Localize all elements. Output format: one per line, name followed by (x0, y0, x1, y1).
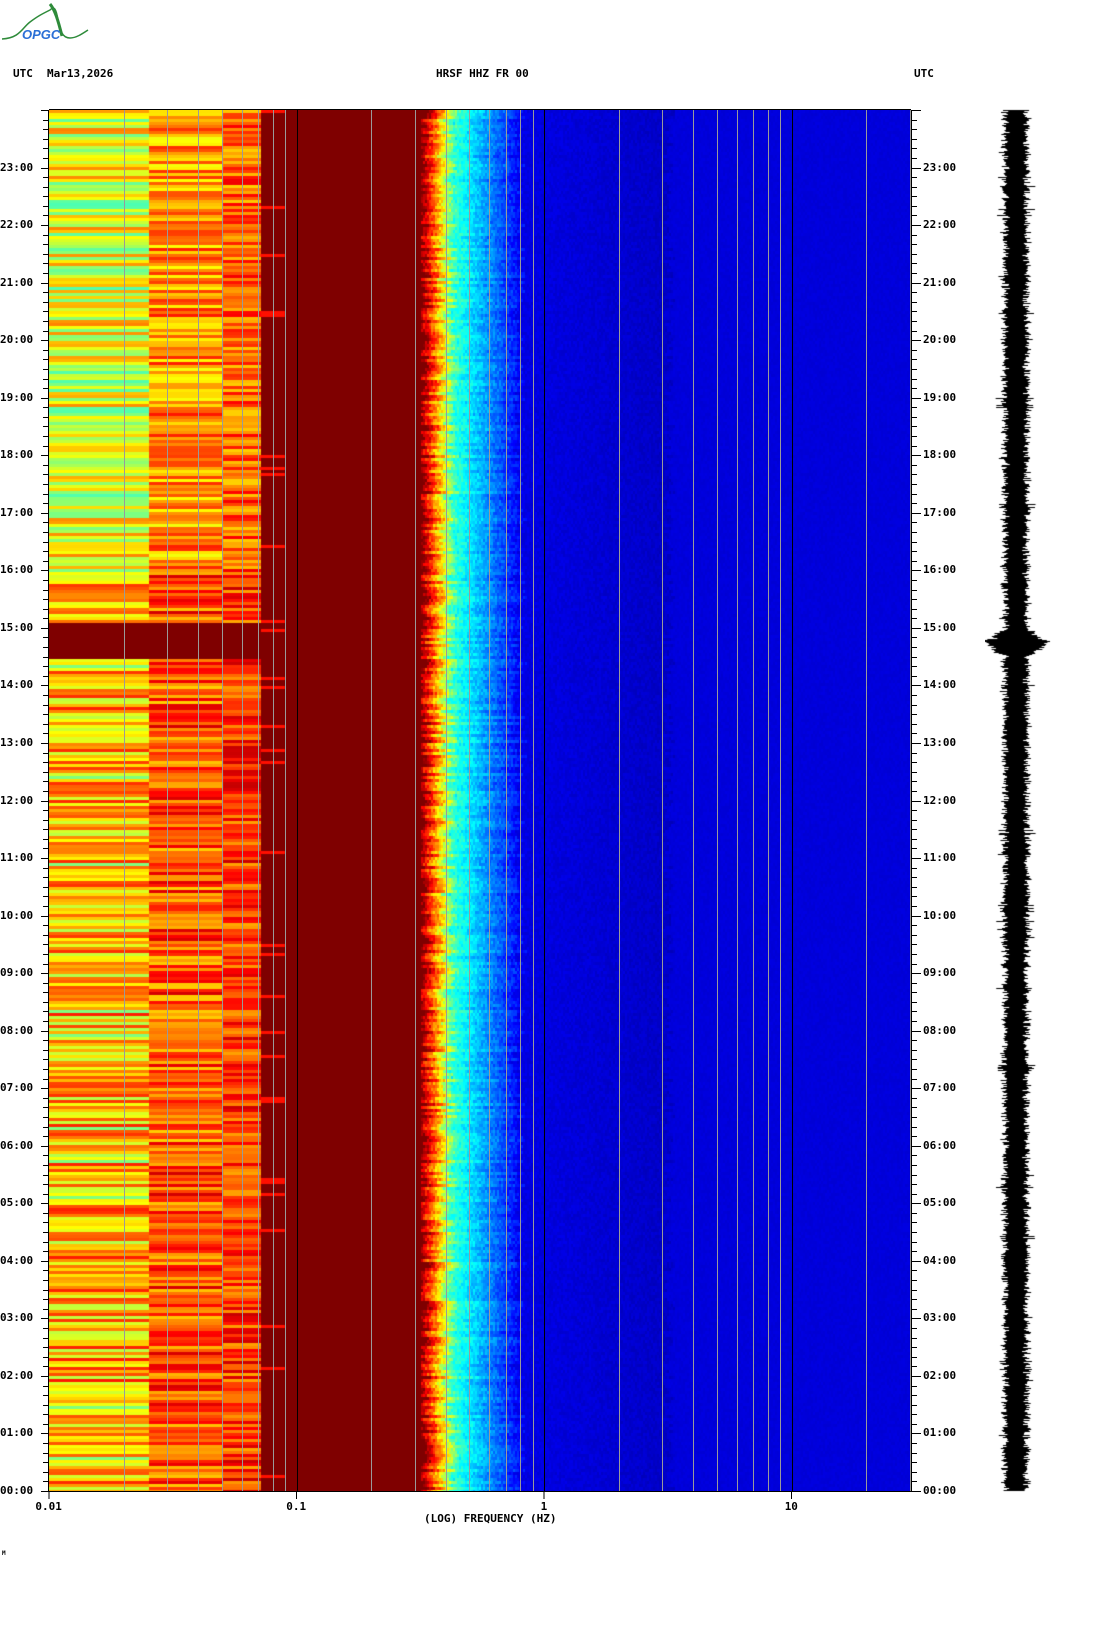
left-timezone-label: UTC (13, 67, 33, 80)
seismic-trace (985, 105, 1055, 1497)
y-tick-label-left: 05:00 (0, 1196, 34, 1210)
y-tick-label-right: 12:00 (923, 793, 957, 807)
y-tick-label-right: 02:00 (923, 1368, 957, 1382)
y-tick-label-right: 21:00 (923, 275, 957, 289)
y-tick-label-left: 02:00 (0, 1368, 34, 1382)
y-tick-label-left: 22:00 (0, 218, 34, 232)
y-tick-label-right: 05:00 (923, 1196, 957, 1210)
x-tick-label: 0.1 (286, 1500, 307, 1513)
y-tick-label-left: 13:00 (0, 735, 34, 749)
y-tick-label-right: 19:00 (923, 390, 957, 404)
y-tick-label-right: 04:00 (923, 1253, 957, 1267)
y-tick-label-right: 14:00 (923, 678, 957, 692)
y-tick-label-right: 22:00 (923, 218, 957, 232)
y-tick-label-left: 04:00 (0, 1253, 34, 1267)
x-axis-label: (LOG) FREQUENCY (HZ) (424, 1512, 557, 1525)
opgc-logo-icon: OPGC (1, 3, 89, 42)
y-tick-label-left: 15:00 (0, 620, 34, 634)
y-tick-label-left: 18:00 (0, 448, 34, 462)
y-tick-label-right: 00:00 (923, 1484, 957, 1497)
y-tick-label-left: 03:00 (0, 1311, 34, 1325)
y-tick-label-right: 11:00 (923, 851, 957, 865)
y-tick-label-right: 03:00 (923, 1311, 957, 1325)
y-tick-label-right: 01:00 (923, 1426, 957, 1440)
y-tick-label-left: 12:00 (0, 793, 34, 807)
y-tick-label-left: 17:00 (0, 505, 34, 519)
y-tick-label-right: 13:00 (923, 735, 957, 749)
y-tick-label-left: 09:00 (0, 966, 34, 980)
logo: OPGC (0, 0, 95, 48)
y-tick-label-left: 23:00 (0, 160, 34, 174)
y-tick-label-left: 10:00 (0, 908, 34, 922)
station-title: HRSF HHZ FR 00 (436, 67, 529, 80)
y-tick-label-left: 07:00 (0, 1081, 34, 1095)
y-tick-label-right: 06:00 (923, 1138, 957, 1152)
y-tick-label-left: 19:00 (0, 390, 34, 404)
y-tick-label-right: 10:00 (923, 908, 957, 922)
y-tick-label-right: 15:00 (923, 620, 957, 634)
y-tick-label-right: 17:00 (923, 505, 957, 519)
y-tick-label-left: 14:00 (0, 678, 34, 692)
svg-text:OPGC: OPGC (22, 27, 61, 42)
y-tick-label-left: 00:00 (0, 1484, 34, 1497)
spectrogram-heatmap (49, 110, 911, 1491)
date-label: Mar13,2026 (47, 67, 114, 80)
y-tick-label-left: 16:00 (0, 563, 34, 577)
y-tick-label-left: 01:00 (0, 1426, 34, 1440)
y-tick-label-right: 20:00 (923, 333, 957, 347)
y-tick-label-right: 18:00 (923, 448, 957, 462)
y-tick-label-left: 06:00 (0, 1138, 34, 1152)
y-tick-label-left: 11:00 (0, 851, 34, 865)
footer-mark: M (2, 1550, 6, 1557)
x-tick-label: 0.01 (35, 1500, 62, 1513)
y-tick-label-right: 08:00 (923, 1023, 957, 1037)
y-tick-label-left: 21:00 (0, 275, 34, 289)
y-tick-label-left: 08:00 (0, 1023, 34, 1037)
y-tick-label-left: 20:00 (0, 333, 34, 347)
y-tick-label-right: 23:00 (923, 160, 957, 174)
y-tick-label-right: 16:00 (923, 563, 957, 577)
right-timezone-label: UTC (914, 67, 934, 80)
y-tick-label-right: 07:00 (923, 1081, 957, 1095)
x-tick-label: 10 (784, 1500, 798, 1513)
y-tick-label-right: 09:00 (923, 966, 957, 980)
